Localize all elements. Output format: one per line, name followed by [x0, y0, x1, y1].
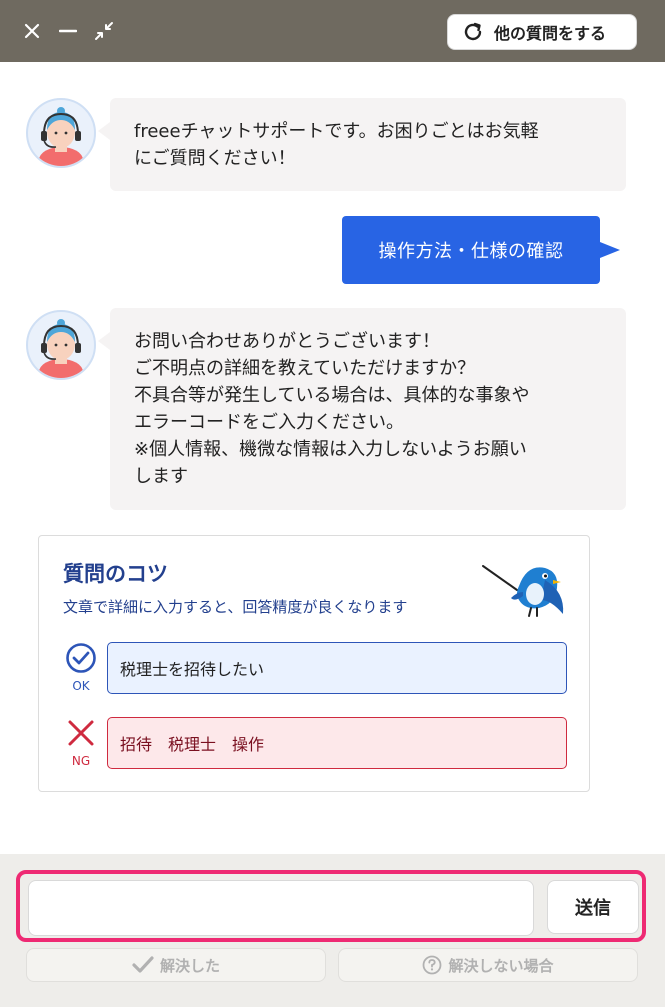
shrink-icon [95, 22, 113, 40]
refresh-icon [464, 22, 482, 41]
bot-message-2: お問い合わせありがとうございます！ ご不明点の詳細を教えていただけますか？ 不具… [98, 308, 626, 510]
bot-message-1: freeeチャットサポートです。お困りごとはお気軽 にご質問ください！ [98, 98, 626, 191]
user-message-1-text: 操作方法・仕様の確認 [378, 241, 564, 262]
resolved-label: 解決した [159, 956, 220, 975]
operator-avatar [26, 310, 96, 380]
question-circle-icon [423, 955, 442, 975]
operator-avatar-icon [39, 107, 83, 166]
resolved-button[interactable]: 解決した [26, 948, 326, 982]
chat-footer: 送信 解決した 解決しない場合 [0, 854, 665, 1007]
check-icon [132, 956, 154, 973]
ok-example-text: 税理士を招待したい [120, 660, 265, 679]
chat-header: 他の質問をする [0, 0, 665, 62]
operator-avatar [26, 98, 96, 168]
unresolved-button[interactable]: 解決しない場合 [338, 948, 638, 982]
ng-example-text: 招待 税理士 操作 [120, 735, 265, 754]
tips-title: 質問のコツ [63, 562, 168, 586]
tips-subtitle: 文章で詳細に入力すると、回答精度が良くなります [63, 598, 408, 616]
message-input[interactable] [28, 880, 534, 936]
user-message-1: 操作方法・仕様の確認 [342, 216, 620, 284]
new-question-button[interactable]: 他の質問をする [447, 14, 637, 50]
question-tips-card: 質問のコツ 文章で詳細に入力すると、回答精度が良くなります OK 税理士を招待し [38, 535, 590, 792]
minimize-icon [59, 29, 77, 33]
tip-ng-row: NG 招待 税理士 操作 [61, 717, 567, 769]
minimize-button[interactable] [53, 16, 83, 46]
unresolved-label: 解決しない場合 [448, 956, 554, 975]
ng-example-box: 招待 税理士 操作 [107, 717, 567, 769]
cross-icon [68, 720, 94, 746]
bot-message-1-text: freeeチャットサポートです。お困りごとはお気軽 にご質問ください！ [134, 121, 539, 169]
bird-mascot-icon [482, 565, 564, 617]
chat-area: freeeチャットサポートです。お困りごとはお気軽 にご質問ください！ 操作方法… [0, 62, 665, 854]
ng-indicator: NG [61, 717, 101, 768]
send-label: 送信 [575, 898, 611, 919]
ng-caption: NG [71, 754, 91, 768]
send-button[interactable]: 送信 [547, 880, 639, 934]
close-button[interactable] [17, 16, 47, 46]
message-input-wrapper: 送信 [16, 870, 646, 942]
close-icon [24, 23, 40, 39]
tip-ok-row: OK 税理士を招待したい [61, 642, 567, 694]
check-circle-icon [66, 643, 96, 673]
ok-indicator: OK [61, 642, 101, 693]
ok-example-box: 税理士を招待したい [107, 642, 567, 694]
bot-message-2-text: お問い合わせありがとうございます！ ご不明点の詳細を教えていただけますか？ 不具… [134, 331, 530, 487]
new-question-label: 他の質問をする [494, 24, 607, 43]
operator-avatar-icon [39, 319, 83, 378]
shrink-button[interactable] [89, 16, 119, 46]
ok-caption: OK [72, 679, 90, 693]
